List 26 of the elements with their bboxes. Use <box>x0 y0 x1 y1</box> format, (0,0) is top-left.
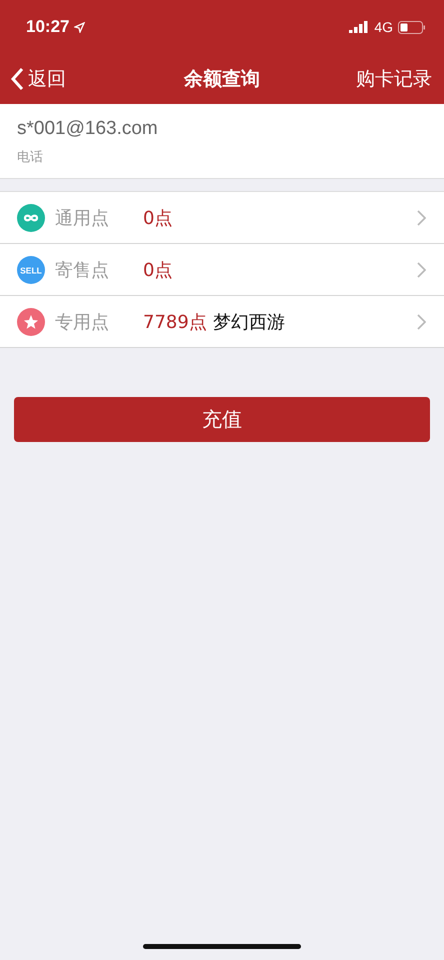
balance-row[interactable]: 通用点 0点 <box>0 192 444 244</box>
battery-icon <box>398 20 426 34</box>
account-note: 电话 <box>17 149 44 166</box>
balance-row[interactable]: 专用点 7789点 梦幻西游 <box>0 296 444 348</box>
balance-amount: 0点 <box>143 258 172 282</box>
purchase-history-button[interactable]: 购卡记录 <box>356 66 432 92</box>
chevron-icon <box>417 210 426 226</box>
location-arrow-icon <box>74 22 86 32</box>
chevron-icon <box>417 314 426 330</box>
balance-row[interactable]: SELL 寄售点 0点 <box>0 244 444 296</box>
recharge-button[interactable]: 充值 <box>14 397 430 442</box>
chevron-icon <box>417 262 426 278</box>
sell-icon: SELL <box>17 256 45 284</box>
balance-amount: 7789点 <box>143 310 207 334</box>
back-button[interactable]: 返回 <box>10 66 66 92</box>
balance-label: 寄售点 <box>55 258 110 282</box>
game-name: 梦幻西游 <box>212 310 285 334</box>
balance-amount: 0点 <box>143 206 172 230</box>
balance-label: 专用点 <box>55 310 110 334</box>
page-title: 余额查询 <box>184 67 260 92</box>
balance-label: 通用点 <box>55 206 110 230</box>
back-chevron-icon <box>10 67 24 91</box>
status-time: 10:27 <box>26 17 70 37</box>
signal-icon <box>349 21 370 33</box>
network-label: 4G <box>374 19 393 35</box>
account-name: s*001@163.com <box>17 118 159 140</box>
